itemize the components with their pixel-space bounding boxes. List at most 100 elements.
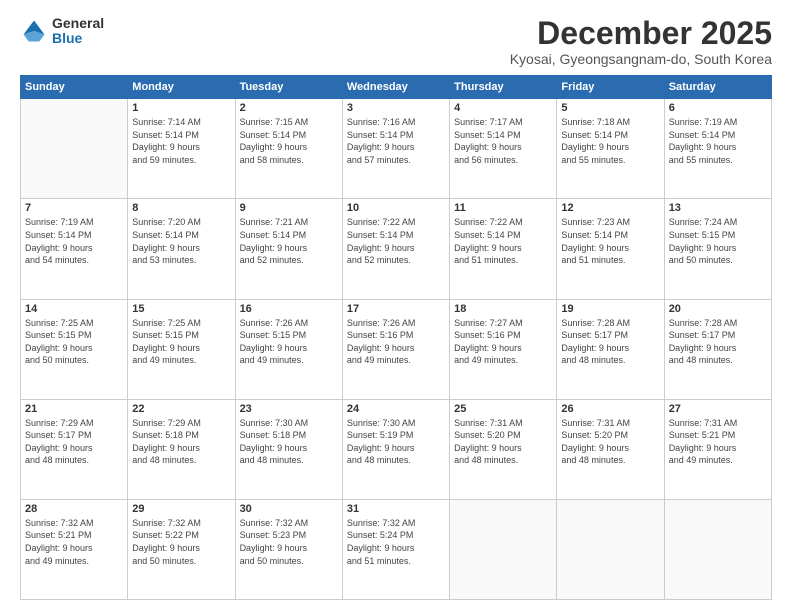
calendar-cell: 14 Sunrise: 7:25 AMSunset: 5:15 PMDayligh… xyxy=(21,299,128,399)
calendar-cell: 20Sunrise: 7:28 AMSunset: 5:17 PMDayligh… xyxy=(664,299,771,399)
calendar-cell: 23Sunrise: 7:30 AMSunset: 5:18 PMDayligh… xyxy=(235,399,342,499)
day-number: 3 xyxy=(347,102,445,114)
cell-info-line: Sunset: 5:14 PM xyxy=(240,229,338,242)
cell-info-line: Daylight: 9 hours xyxy=(454,141,552,154)
cell-info-line: Sunrise: 7:19 AM xyxy=(669,116,767,129)
cell-info-line: and 49 minutes. xyxy=(240,354,338,367)
cell-info-line: Sunrise: 7:14 AM xyxy=(132,116,230,129)
day-number: 6 xyxy=(669,102,767,114)
cell-info-line: and 50 minutes. xyxy=(240,555,338,568)
cell-info-line: Daylight: 9 hours xyxy=(132,141,230,154)
cell-info-line: Sunrise: 7:30 AM xyxy=(347,417,445,430)
cell-info-line: Sunset: 5:15 PM xyxy=(240,329,338,342)
cell-info-line: Sunrise: 7:22 AM xyxy=(454,216,552,229)
day-number: 14 xyxy=(25,303,123,315)
cell-info-line: Sunrise: 7:32 AM xyxy=(240,517,338,530)
calendar-cell: 1 Sunrise: 7:14 AMSunset: 5:14 PMDaylight… xyxy=(128,99,235,199)
cell-info-line: Sunrise: 7:20 AM xyxy=(132,216,230,229)
location-subtitle: Kyosai, Gyeongsangnam-do, South Korea xyxy=(510,51,772,67)
cell-info-line: and 58 minutes. xyxy=(240,154,338,167)
cell-info-line: Sunset: 5:14 PM xyxy=(454,229,552,242)
calendar-cell: 22Sunrise: 7:29 AMSunset: 5:18 PMDayligh… xyxy=(128,399,235,499)
calendar-cell: 21Sunrise: 7:29 AMSunset: 5:17 PMDayligh… xyxy=(21,399,128,499)
cell-info-line: and 51 minutes. xyxy=(561,254,659,267)
header: General Blue December 2025 Kyosai, Gyeon… xyxy=(20,16,772,67)
day-number: 1 xyxy=(132,102,230,114)
day-number: 10 xyxy=(347,202,445,214)
cell-info-line: Sunset: 5:14 PM xyxy=(561,129,659,142)
cell-info-line: Sunrise: 7:30 AM xyxy=(240,417,338,430)
cell-info-line: Sunset: 5:21 PM xyxy=(669,429,767,442)
cell-info-line: and 48 minutes. xyxy=(347,454,445,467)
calendar-cell: 16Sunrise: 7:26 AMSunset: 5:15 PMDayligh… xyxy=(235,299,342,399)
calendar-cell: 4Sunrise: 7:17 AMSunset: 5:14 PMDaylight… xyxy=(450,99,557,199)
cell-info-line: Sunset: 5:15 PM xyxy=(669,229,767,242)
day-number: 19 xyxy=(561,303,659,315)
cell-info-line: and 48 minutes. xyxy=(669,354,767,367)
day-number: 31 xyxy=(347,503,445,515)
calendar-cell: 30Sunrise: 7:32 AMSunset: 5:23 PMDayligh… xyxy=(235,499,342,599)
cell-info-line: Daylight: 9 hours xyxy=(240,342,338,355)
cell-info-line: Sunrise: 7:28 AM xyxy=(561,317,659,330)
cell-info-line: and 50 minutes. xyxy=(25,354,123,367)
cell-info-line: and 48 minutes. xyxy=(561,354,659,367)
cell-info-line: and 50 minutes. xyxy=(132,555,230,568)
cell-info-line: Daylight: 9 hours xyxy=(669,242,767,255)
cell-info-line: Sunset: 5:14 PM xyxy=(132,129,230,142)
cell-info-line: Sunrise: 7:18 AM xyxy=(561,116,659,129)
calendar-cell: 11Sunrise: 7:22 AMSunset: 5:14 PMDayligh… xyxy=(450,199,557,299)
day-number: 18 xyxy=(454,303,552,315)
month-title: December 2025 xyxy=(510,16,772,51)
cell-info-line: Daylight: 9 hours xyxy=(25,342,123,355)
cell-info-line: and 55 minutes. xyxy=(561,154,659,167)
cell-info-line: and 48 minutes. xyxy=(561,454,659,467)
cell-info-line: and 49 minutes. xyxy=(669,454,767,467)
calendar-body: 1Sunrise: 7:14 AMSunset: 5:14 PMDaylight… xyxy=(21,99,772,600)
cell-info-line: Sunset: 5:21 PM xyxy=(25,529,123,542)
calendar-cell xyxy=(664,499,771,599)
cell-info-line: Daylight: 9 hours xyxy=(561,141,659,154)
cell-info-line: and 48 minutes. xyxy=(454,454,552,467)
cell-info-line: Daylight: 9 hours xyxy=(240,542,338,555)
cell-info-line: Daylight: 9 hours xyxy=(25,542,123,555)
cell-info-line: Sunrise: 7:31 AM xyxy=(561,417,659,430)
cell-info-line: Sunset: 5:18 PM xyxy=(132,429,230,442)
day-number: 28 xyxy=(25,503,123,515)
calendar-cell: 6Sunrise: 7:19 AMSunset: 5:14 PMDaylight… xyxy=(664,99,771,199)
cell-info-line: and 48 minutes. xyxy=(240,454,338,467)
calendar-cell: 10Sunrise: 7:22 AMSunset: 5:14 PMDayligh… xyxy=(342,199,449,299)
calendar-cell: 25Sunrise: 7:31 AMSunset: 5:20 PMDayligh… xyxy=(450,399,557,499)
cell-info-line: Sunset: 5:14 PM xyxy=(454,129,552,142)
cell-info-line: Sunrise: 7:32 AM xyxy=(25,517,123,530)
cell-info-line: and 54 minutes. xyxy=(25,254,123,267)
header-tuesday: Tuesday xyxy=(235,76,342,99)
cell-info-line: Sunset: 5:14 PM xyxy=(240,129,338,142)
cell-info-line: and 59 minutes. xyxy=(132,154,230,167)
calendar-cell: 5Sunrise: 7:18 AMSunset: 5:14 PMDaylight… xyxy=(557,99,664,199)
cell-info-line: and 52 minutes. xyxy=(240,254,338,267)
cell-info-line: Sunrise: 7:25 AM xyxy=(132,317,230,330)
cell-info-line: and 49 minutes. xyxy=(25,555,123,568)
page: General Blue December 2025 Kyosai, Gyeon… xyxy=(0,0,792,612)
day-number: 11 xyxy=(454,202,552,214)
header-saturday: Saturday xyxy=(664,76,771,99)
cell-info-line: and 49 minutes. xyxy=(347,354,445,367)
day-number: 8 xyxy=(132,202,230,214)
cell-info-line: and 51 minutes. xyxy=(347,555,445,568)
logo-text: General Blue xyxy=(52,16,104,47)
cell-info-line: Sunrise: 7:19 AM xyxy=(25,216,123,229)
cell-info-line: and 48 minutes. xyxy=(132,454,230,467)
cell-info-line: Sunrise: 7:24 AM xyxy=(669,216,767,229)
cell-info-line: Sunrise: 7:31 AM xyxy=(669,417,767,430)
cell-info-line: Sunrise: 7:21 AM xyxy=(240,216,338,229)
cell-info-line: Sunrise: 7:28 AM xyxy=(669,317,767,330)
cell-info-line: Daylight: 9 hours xyxy=(561,242,659,255)
day-number: 4 xyxy=(454,102,552,114)
cell-info-line: Sunset: 5:15 PM xyxy=(25,329,123,342)
cell-info-line: and 49 minutes. xyxy=(454,354,552,367)
cell-info-line: Daylight: 9 hours xyxy=(25,442,123,455)
cell-info-line: Sunrise: 7:25 AM xyxy=(25,317,123,330)
calendar-cell: 18Sunrise: 7:27 AMSunset: 5:16 PMDayligh… xyxy=(450,299,557,399)
cell-info-line: and 53 minutes. xyxy=(132,254,230,267)
day-number: 13 xyxy=(669,202,767,214)
